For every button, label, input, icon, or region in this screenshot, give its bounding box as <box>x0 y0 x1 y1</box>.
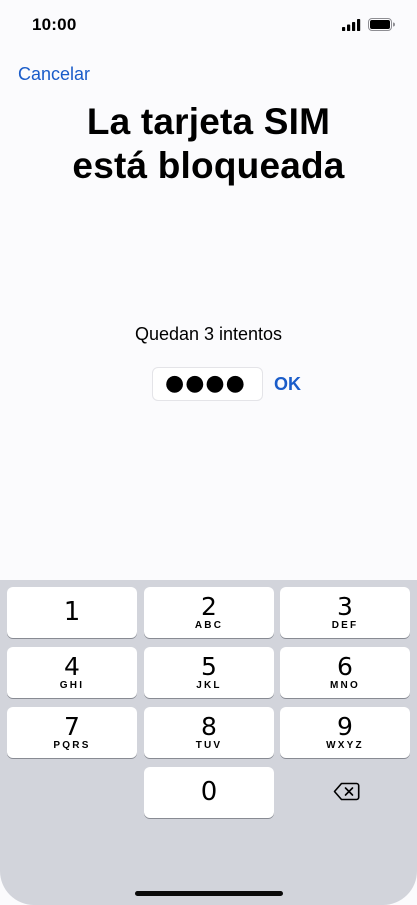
delete-button[interactable] <box>280 767 410 818</box>
key-letters: PQRS <box>53 740 91 751</box>
key-2[interactable]: 2 ABC <box>144 587 274 638</box>
key-7[interactable]: 7 PQRS <box>7 707 137 758</box>
ok-button[interactable]: OK <box>274 374 301 395</box>
key-letters: WXYZ <box>326 740 364 751</box>
battery-full-icon <box>368 18 395 31</box>
key-digit: 2 <box>201 592 217 621</box>
key-digit: 8 <box>201 712 217 741</box>
cancel-button[interactable]: Cancelar <box>18 64 90 85</box>
key-5[interactable]: 5 JKL <box>144 647 274 698</box>
key-letters: ABC <box>194 620 224 631</box>
key-8[interactable]: 8 TUV <box>144 707 274 758</box>
title-line-2: está bloqueada <box>72 145 345 186</box>
title-line-1: La tarjeta SIM <box>86 101 331 142</box>
pin-input[interactable]: ●●●● <box>152 367 263 401</box>
numeric-keypad: 1 2 ABC 3 DEF 4 GHI 5 JKL 6 MNO 7 PQRS 8 <box>0 580 417 905</box>
signal-bars-icon <box>342 18 361 31</box>
key-digit: 4 <box>64 652 80 681</box>
key-letters: GHI <box>59 680 85 691</box>
key-letters: MNO <box>330 680 360 691</box>
key-letters: DEF <box>331 620 359 631</box>
status-icons <box>342 18 395 31</box>
key-6[interactable]: 6 MNO <box>280 647 410 698</box>
status-bar: 10:00 <box>0 0 417 50</box>
key-digit: 3 <box>337 592 353 621</box>
page-title: La tarjeta SIM está bloqueada <box>0 100 417 188</box>
key-4[interactable]: 4 GHI <box>7 647 137 698</box>
key-digit: 0 <box>200 777 218 807</box>
key-letters: JKL <box>196 680 222 691</box>
key-digit: 5 <box>201 652 217 681</box>
backspace-icon <box>333 782 360 801</box>
attempts-remaining-text: Quedan 3 intentos <box>134 324 283 344</box>
status-time: 10:00 <box>32 15 77 34</box>
home-indicator[interactable] <box>135 891 283 896</box>
key-9[interactable]: 9 WXYZ <box>280 707 410 758</box>
key-digit: 6 <box>337 652 353 681</box>
key-0[interactable]: 0 <box>144 767 274 818</box>
key-digit: 7 <box>64 712 80 741</box>
sim-locked-screen: 10:00 Cancelar La tarjeta SIM está bloqu… <box>0 0 417 905</box>
key-1[interactable]: 1 <box>7 587 137 638</box>
key-digit: 1 <box>63 597 81 627</box>
key-digit: 9 <box>337 712 353 741</box>
key-3[interactable]: 3 DEF <box>280 587 410 638</box>
key-letters: TUV <box>195 740 223 751</box>
